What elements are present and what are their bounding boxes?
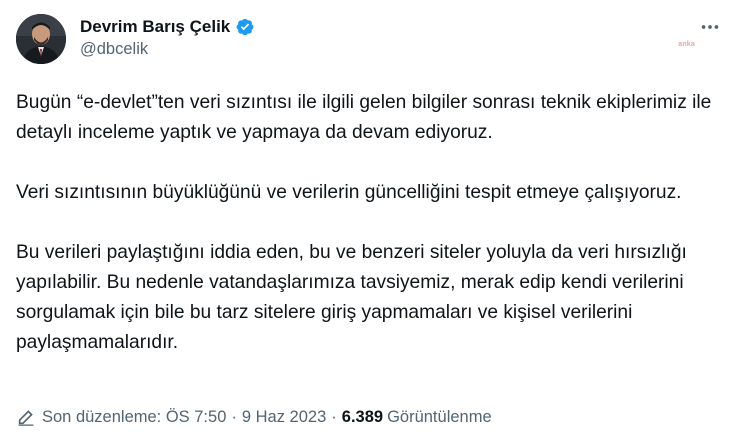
tweet-date-link[interactable]: 9 Haz 2023	[242, 408, 326, 427]
separator-dot: ·	[231, 407, 237, 426]
watermark-logo: anka	[678, 41, 695, 48]
avatar-photo	[16, 14, 66, 64]
pencil-icon	[16, 407, 36, 427]
tweet-meta: Son düzenleme: ÖS 7:50 · 9 Haz 2023 · 6.…	[16, 405, 492, 429]
separator-dot: ·	[331, 407, 337, 426]
tweet-paragraph: Veri sızıntısının büyüklüğünü ve veriler…	[16, 182, 682, 203]
views-label: Görüntülenme	[387, 407, 492, 426]
last-edited-link[interactable]: Son düzenleme: ÖS 7:50	[42, 408, 226, 427]
verified-badge-icon	[235, 17, 255, 37]
tweet-text: Bugün “e-devlet”ten veri sızıntısı ile i…	[16, 88, 716, 358]
author-handle[interactable]: @dbcelik	[80, 40, 148, 59]
tweet-paragraph: Bu verileri paylaştığını iddia eden, bu …	[16, 242, 687, 353]
tweet-card: Devrim Barış Çelik @dbcelik anka Bugün “…	[0, 0, 737, 446]
tweet-paragraph: Bugün “e-devlet”ten veri sızıntısı ile i…	[16, 92, 712, 143]
author-display-name[interactable]: Devrim Barış Çelik	[80, 17, 230, 37]
author-name-row: Devrim Barış Çelik	[80, 15, 255, 39]
more-horizontal-icon	[701, 25, 719, 29]
more-options-button[interactable]	[697, 14, 723, 40]
views-count: 6.389	[341, 407, 384, 426]
avatar[interactable]	[16, 14, 66, 64]
